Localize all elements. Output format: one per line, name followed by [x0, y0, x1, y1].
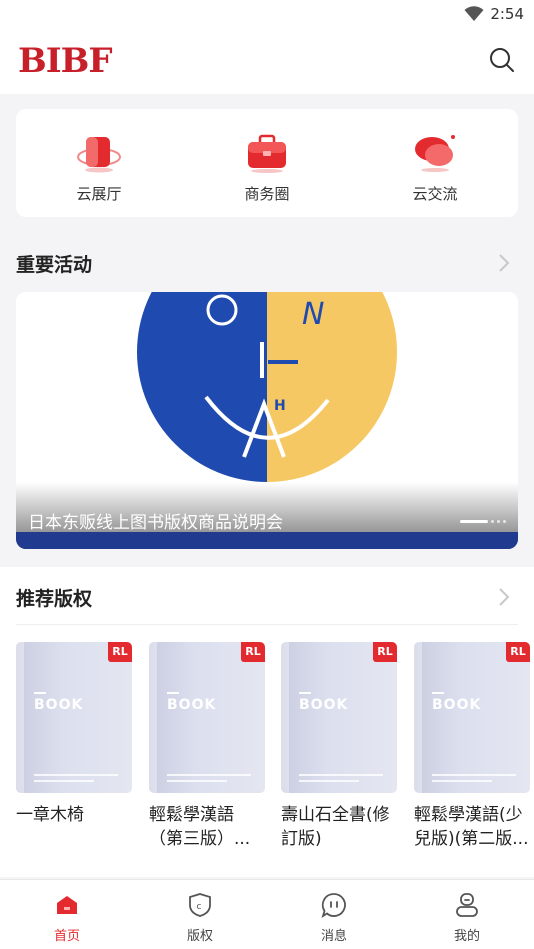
recommended-more-chevron-icon[interactable] [496, 586, 512, 608]
profile-icon [456, 893, 478, 917]
book-cover-word: BOOK [34, 697, 84, 713]
pagination-dot [497, 520, 500, 523]
pagination-dot-active [460, 520, 488, 523]
bottom-tab-bar: 首页 c 版权 消息 我的 [0, 879, 534, 949]
status-time: 2:54 [490, 5, 524, 23]
quick-link-cloud-hall[interactable]: 云展厅 [39, 133, 159, 204]
rl-badge: RL [373, 642, 397, 662]
tab-label: 消息 [320, 929, 347, 944]
app-header: BIBF [0, 30, 534, 94]
status-indicators: 2:54 [464, 5, 524, 23]
book-card[interactable]: BOOK RL 一章木椅 [16, 642, 132, 851]
book-card[interactable]: BOOK RL 壽山石全書(修訂版) [281, 642, 397, 851]
tab-label: 版权 [186, 929, 213, 944]
quick-link-label: 云交流 [412, 185, 458, 203]
briefcase-icon [248, 134, 286, 173]
cloud-hall-icon [77, 137, 121, 173]
events-more-chevron-icon[interactable] [496, 252, 512, 274]
quick-links-card: 云展厅 商务圈 云交流 [16, 109, 518, 217]
svg-text:c: c [197, 902, 202, 912]
copyright-shield-icon: c [189, 893, 211, 917]
search-button[interactable] [488, 46, 516, 74]
book-title: 輕鬆學漢語(少兒版)(第二版... [414, 805, 529, 849]
wifi-icon [464, 6, 484, 21]
home-icon [57, 896, 77, 914]
banner-letter-h: H [274, 398, 286, 414]
banner-caption: 日本东贩线上图书版权商品说明会 [28, 513, 283, 533]
book-cover-word: BOOK [167, 697, 217, 713]
book-cover: BOOK RL [281, 642, 397, 793]
rl-badge: RL [108, 642, 132, 662]
event-banner[interactable]: N H 日本东贩线上图书版权商品说明会 [16, 292, 518, 549]
pagination-dot [491, 520, 494, 523]
book-title: 一章木椅 [16, 805, 84, 825]
tab-messages[interactable]: 消息 [294, 892, 374, 944]
rl-badge: RL [241, 642, 265, 662]
book-title: 壽山石全書(修訂版) [281, 805, 390, 849]
book-title: 輕鬆學漢語（第三版）... [149, 805, 251, 849]
search-icon [490, 48, 514, 72]
section-divider [16, 624, 518, 625]
quick-link-label: 商务圈 [244, 185, 290, 203]
book-cover-word: BOOK [299, 697, 349, 713]
rl-badge: RL [506, 642, 530, 662]
logo-text: BIBF [18, 41, 113, 81]
book-cover: BOOK RL [149, 642, 265, 793]
book-card[interactable]: BOOK RL 輕鬆學漢語（第三版）... [149, 642, 265, 851]
quick-link-label: 云展厅 [76, 185, 122, 203]
tab-label: 首页 [53, 929, 80, 944]
message-icon [321, 893, 346, 919]
book-cover-word: BOOK [432, 697, 482, 713]
quick-link-cloud-chat[interactable]: 云交流 [375, 133, 495, 204]
banner-letter-n: N [302, 297, 324, 332]
status-bar: 2:54 [0, 0, 534, 30]
recommended-section-title: 推荐版权 [16, 588, 93, 610]
book-cover: BOOK RL [16, 642, 132, 793]
pagination-dot [503, 520, 506, 523]
banner-pagination [460, 520, 506, 523]
bibf-logo[interactable]: BIBF [18, 42, 113, 80]
book-card[interactable]: BOOK RL 輕鬆學漢語(少兒版)(第二版... [414, 642, 530, 851]
tab-copyright[interactable]: c 版权 [160, 892, 240, 944]
tab-profile[interactable]: 我的 [427, 892, 507, 944]
book-cover: BOOK RL [414, 642, 530, 793]
quick-link-business[interactable]: 商务圈 [207, 133, 327, 204]
events-section-title: 重要活动 [16, 254, 93, 276]
tab-label: 我的 [453, 929, 480, 944]
tab-home[interactable]: 首页 [27, 892, 107, 944]
chat-bubble-icon [415, 135, 455, 172]
